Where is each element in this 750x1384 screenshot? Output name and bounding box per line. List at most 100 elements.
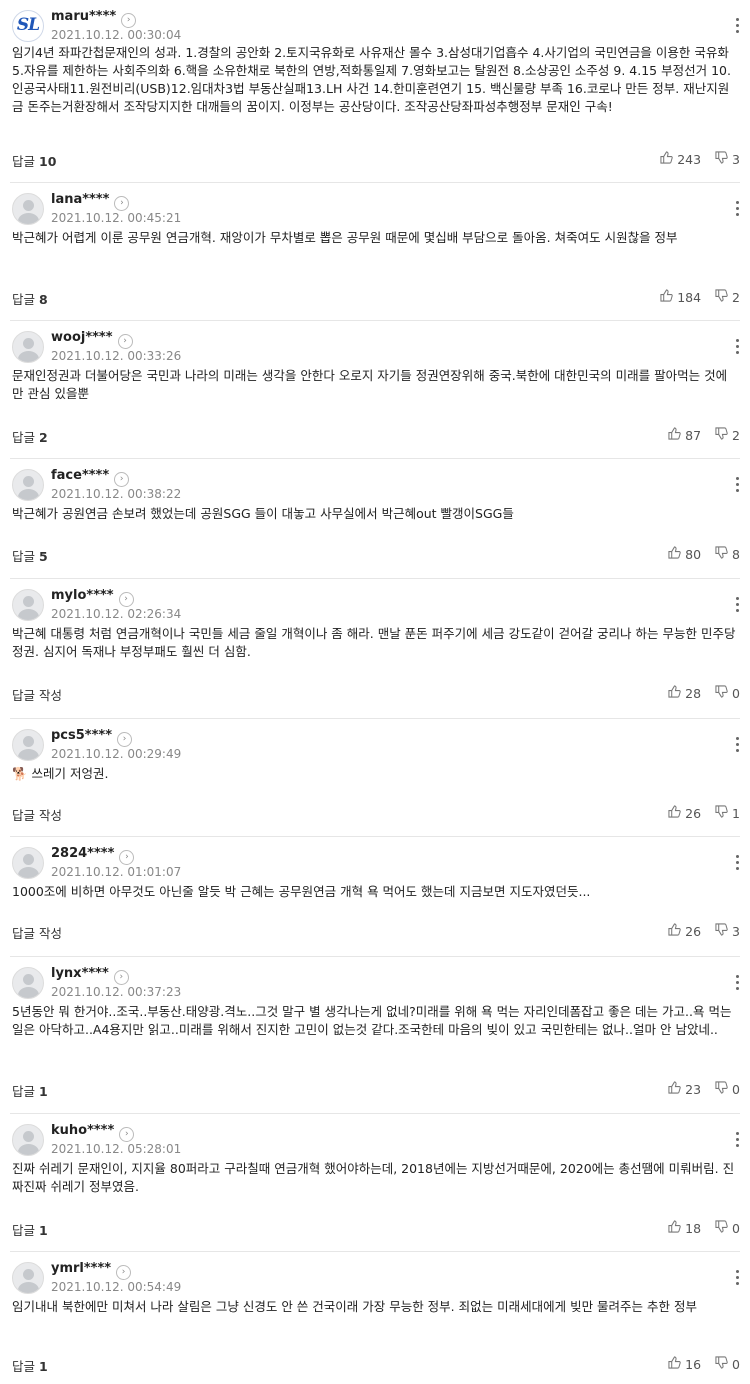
dislike-button[interactable]: 0: [715, 685, 740, 701]
reply-button[interactable]: 답글 10: [12, 151, 56, 170]
like-button[interactable]: 26: [668, 923, 701, 939]
thumbs-down-icon: [715, 1081, 732, 1097]
username[interactable]: wooj**** ›: [51, 330, 133, 349]
like-button[interactable]: 28: [668, 685, 701, 701]
dislike-button[interactable]: 2: [715, 427, 740, 443]
like-button[interactable]: 26: [668, 805, 701, 821]
avatar[interactable]: [12, 469, 44, 501]
dislike-count: 0: [732, 1220, 740, 1236]
reply-label: 답글: [12, 1084, 36, 1099]
dislike-button[interactable]: 0: [715, 1081, 740, 1097]
dislike-button[interactable]: 3: [715, 923, 740, 939]
thumbs-down-icon: [715, 546, 732, 562]
reply-count: 8: [39, 292, 48, 307]
comment-text: 임기4년 좌파간첩문재인의 성과. 1.경찰의 공안화 2.토지국유화로 사유재…: [12, 45, 731, 114]
like-button[interactable]: 87: [668, 427, 701, 443]
chevron-right-icon[interactable]: ›: [119, 1127, 135, 1142]
avatar[interactable]: [12, 589, 44, 621]
reply-button[interactable]: 답글 2: [12, 427, 48, 446]
more-options-icon[interactable]: [734, 737, 740, 753]
vote-group: 26 1: [654, 805, 740, 821]
chevron-right-icon[interactable]: ›: [118, 592, 134, 607]
comment-date: 2021.10.12. 01:01:07: [51, 865, 182, 879]
username[interactable]: kuho**** ›: [51, 1123, 135, 1142]
more-options-icon[interactable]: [734, 18, 740, 34]
dislike-button[interactable]: 0: [715, 1356, 740, 1372]
username[interactable]: face**** ›: [51, 468, 130, 487]
comment-date: 2021.10.12. 00:38:22: [51, 487, 182, 501]
like-button[interactable]: 184: [660, 289, 701, 305]
chevron-right-icon[interactable]: ›: [117, 334, 133, 349]
avatar[interactable]: [12, 1124, 44, 1156]
like-button[interactable]: 23: [668, 1081, 701, 1097]
chevron-right-icon[interactable]: ›: [117, 732, 132, 747]
more-options-icon[interactable]: [734, 1132, 740, 1148]
chevron-right-icon[interactable]: ›: [114, 472, 130, 487]
comment-date: 2021.10.12. 00:37:23: [51, 985, 182, 999]
dislike-button[interactable]: 8: [715, 546, 740, 562]
comment-text: 5년동안 뭐 한거야..조국..부동산.태양광.격노..그것 말구 별 생각나는…: [12, 1004, 732, 1037]
thumbs-up-icon: [668, 1356, 685, 1372]
avatar[interactable]: [12, 729, 44, 761]
username[interactable]: lana**** ›: [51, 192, 130, 211]
chevron-right-icon[interactable]: ›: [119, 850, 135, 865]
username[interactable]: ymrl**** ›: [51, 1261, 132, 1280]
reply-button[interactable]: 답글 작성: [12, 685, 62, 704]
reply-count: 2: [39, 430, 48, 445]
dislike-button[interactable]: 3: [715, 151, 740, 167]
dislike-button[interactable]: 2: [715, 289, 740, 305]
avatar[interactable]: [12, 193, 44, 225]
like-button[interactable]: 16: [668, 1356, 701, 1372]
dislike-count: 2: [732, 427, 740, 443]
reply-button[interactable]: 답글 1: [12, 1081, 48, 1100]
more-options-icon[interactable]: [734, 201, 740, 217]
like-button[interactable]: 80: [668, 546, 701, 562]
reply-button[interactable]: 답글 1: [12, 1220, 48, 1239]
chevron-right-icon[interactable]: ›: [121, 13, 137, 28]
comment-text: 🐕 쓰레기 저엉권.: [12, 766, 109, 781]
more-options-icon[interactable]: [734, 855, 740, 871]
avatar[interactable]: [12, 847, 44, 879]
more-options-icon[interactable]: [734, 597, 740, 613]
dislike-count: 8: [732, 546, 740, 562]
chevron-right-icon[interactable]: ›: [114, 196, 130, 211]
write-reply-label: 작성: [39, 808, 63, 823]
comment-text: 문재인정권과 더불어당은 국민과 나라의 미래는 생각을 안한다 오로지 자기들…: [12, 368, 728, 401]
thumbs-down-icon: [715, 1220, 732, 1236]
thumbs-up-icon: [668, 546, 685, 562]
username[interactable]: pcs5**** ›: [51, 728, 132, 747]
username[interactable]: 2824**** ›: [51, 846, 135, 865]
comment-text: 박근혜가 어렵게 이룬 공무원 연금개혁. 재앙이가 무차별로 뽑은 공무원 때…: [12, 230, 678, 245]
reply-button[interactable]: 답글 작성: [12, 923, 62, 942]
reply-button[interactable]: 답글 작성: [12, 805, 62, 824]
avatar[interactable]: SL: [12, 10, 44, 42]
comment-item: face**** › 2021.10.12. 00:38:22 박근혜가 공원연금 손…: [0, 459, 750, 579]
reply-button[interactable]: 답글 1: [12, 1356, 48, 1375]
username[interactable]: maru**** ›: [51, 9, 137, 28]
reply-button[interactable]: 답글 8: [12, 289, 48, 308]
dislike-button[interactable]: 0: [715, 1220, 740, 1236]
username[interactable]: mylo**** ›: [51, 588, 134, 607]
dislike-button[interactable]: 1: [715, 805, 740, 821]
username[interactable]: lynx**** ›: [51, 966, 129, 985]
more-options-icon[interactable]: [734, 477, 740, 493]
thumbs-down-icon: [715, 151, 732, 167]
reply-button[interactable]: 답글 5: [12, 546, 48, 565]
vote-group: 184 2: [646, 289, 740, 305]
more-options-icon[interactable]: [734, 1270, 740, 1286]
avatar[interactable]: [12, 331, 44, 363]
chevron-right-icon[interactable]: ›: [116, 1265, 132, 1280]
comment-text: 박근혜가 공원연금 손보려 했었는데 공원SGG 들이 대놓고 사무실에서 박근…: [12, 506, 514, 521]
thumbs-up-icon: [668, 805, 685, 821]
more-options-icon[interactable]: [734, 975, 740, 991]
like-count: 26: [685, 923, 702, 939]
like-button[interactable]: 243: [660, 151, 701, 167]
more-options-icon[interactable]: [734, 339, 740, 355]
chevron-right-icon[interactable]: ›: [113, 970, 129, 985]
avatar[interactable]: [12, 967, 44, 999]
avatar[interactable]: [12, 1262, 44, 1294]
like-button[interactable]: 18: [668, 1220, 701, 1236]
like-count: 23: [685, 1081, 702, 1097]
username-text: pcs5****: [51, 728, 112, 743]
comment-item: kuho**** › 2021.10.12. 05:28:01 진짜 쉬레기 문재인이…: [0, 1114, 750, 1252]
